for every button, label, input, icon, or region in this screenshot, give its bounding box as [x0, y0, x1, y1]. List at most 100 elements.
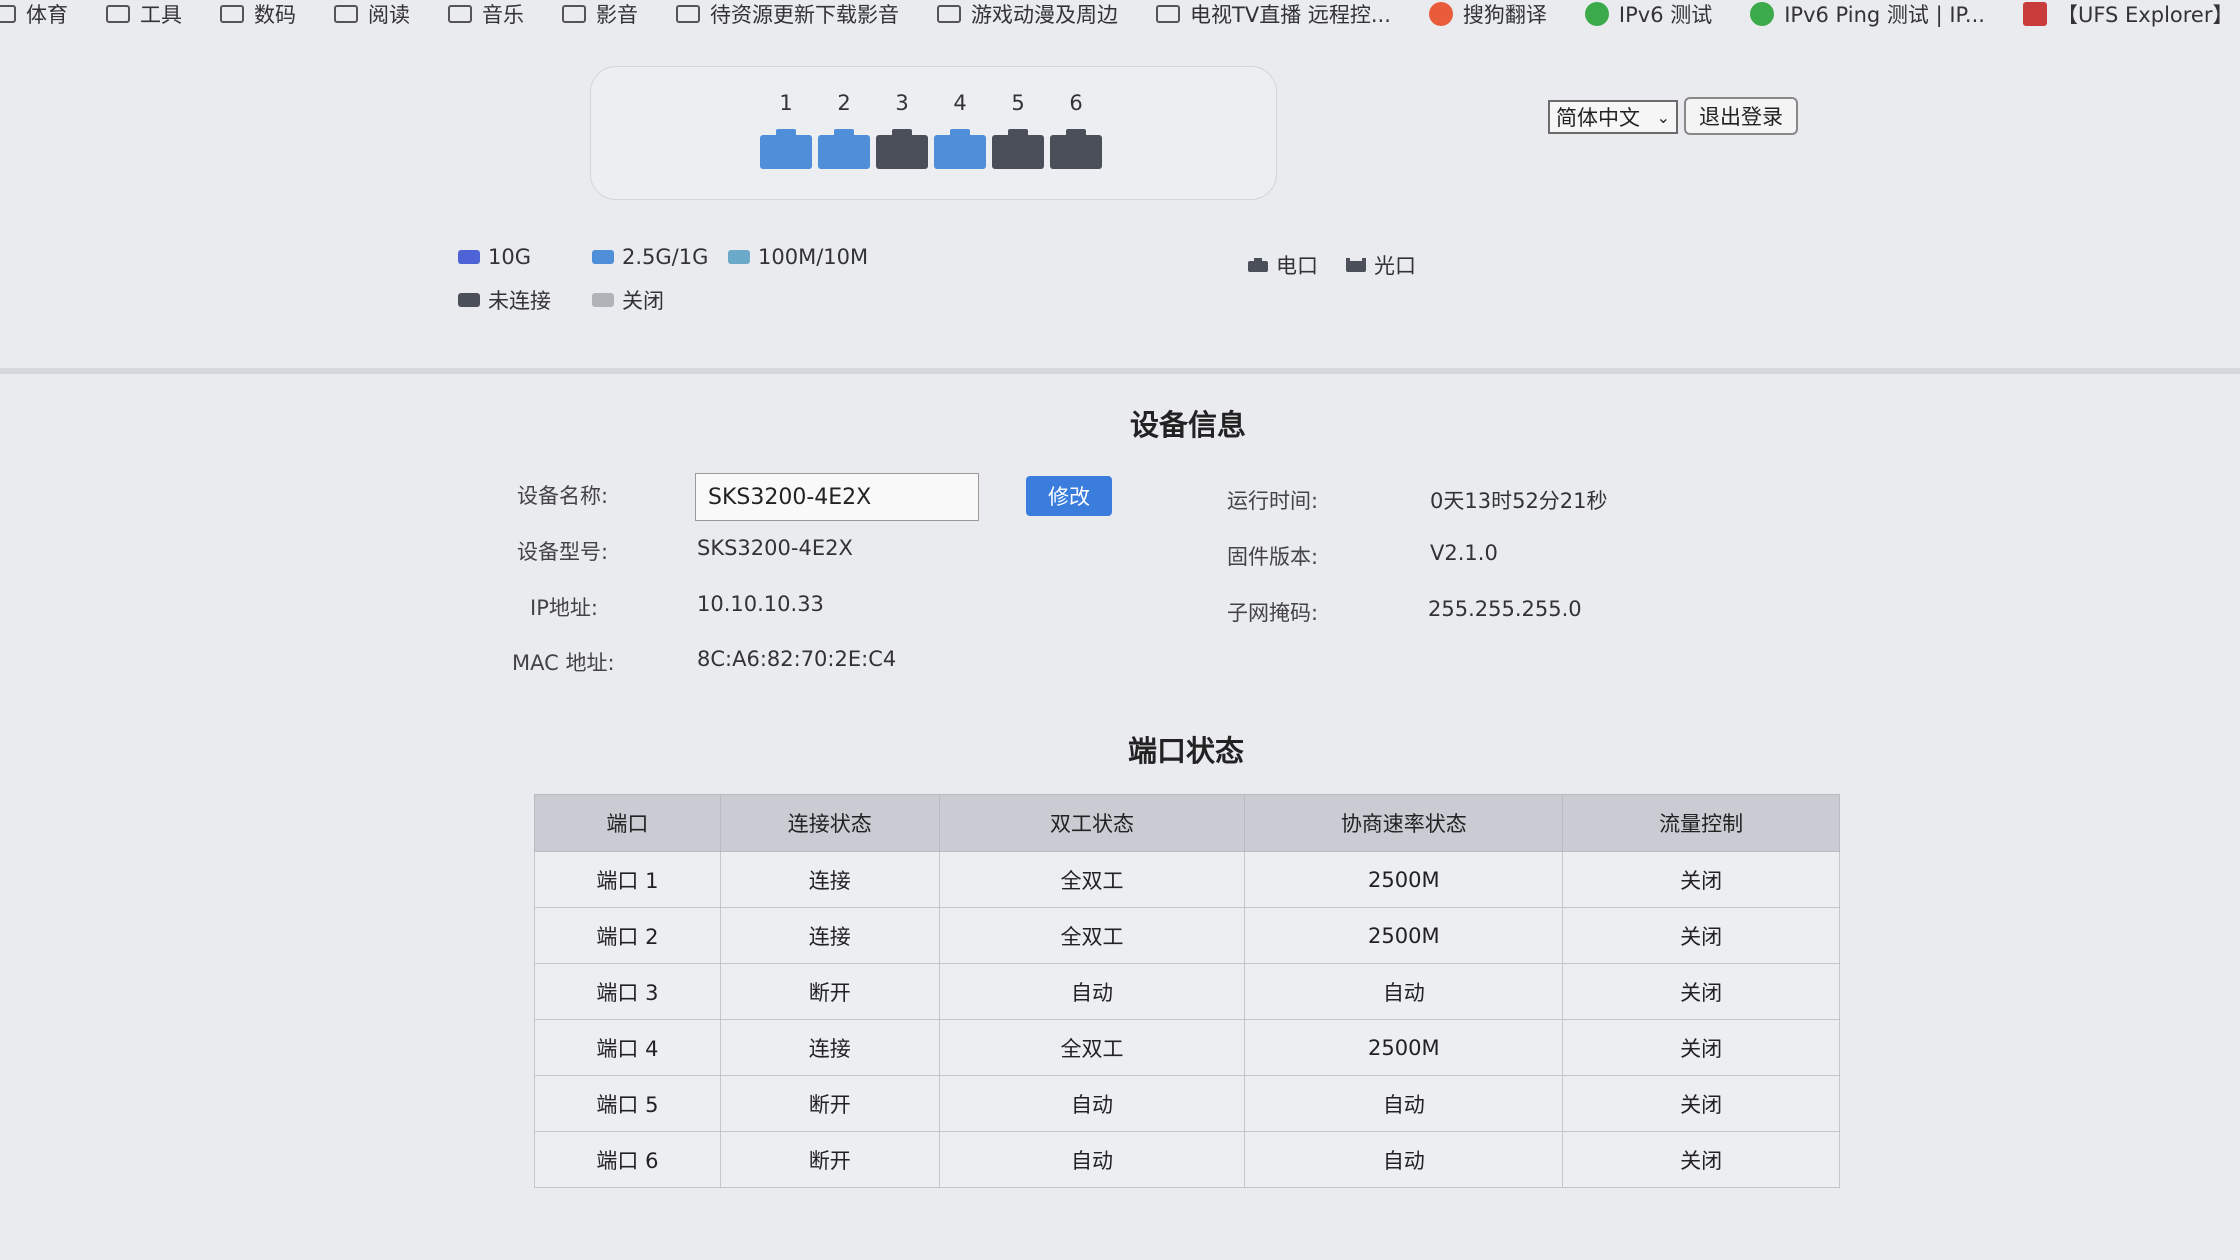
language-select[interactable]: 简体中文 ⌄: [1548, 100, 1678, 134]
port-number: 2: [837, 91, 851, 115]
port-panel: 1 2 3 4 5 6: [590, 66, 1277, 200]
port-3[interactable]: 3: [876, 91, 928, 169]
port-jack-icon: [1050, 129, 1102, 169]
table-cell: 断开: [719, 1075, 940, 1132]
folder-icon: [448, 5, 472, 23]
table-cell: 2500M: [1244, 851, 1564, 908]
bookmark-item[interactable]: 体育: [0, 0, 68, 28]
port-number: 1: [779, 91, 793, 115]
table-cell: 端口 1: [534, 851, 721, 908]
table-body: 端口 1 连接 全双工 2500M 关闭 端口 2 连接 全双工 2500M 关闭 端口 3 断开 自动…: [534, 851, 1840, 1188]
folder-icon: [1156, 5, 1180, 23]
port-jack-icon: [934, 129, 986, 169]
table-cell: 端口 3: [534, 963, 721, 1020]
device-name-input[interactable]: [695, 473, 979, 521]
bookmark-item[interactable]: 搜狗翻译: [1428, 0, 1547, 28]
legend-label: 光口: [1374, 254, 1416, 278]
column-header: 协商速率状态: [1244, 794, 1564, 852]
table-cell: 关闭: [1562, 1075, 1840, 1132]
table-cell: 断开: [719, 963, 940, 1020]
legend-swatch: [458, 250, 480, 264]
table-header-row: 端口 连接状态 双工状态 协商速率状态 流量控制: [534, 794, 1840, 852]
table-cell: 连接: [719, 851, 940, 908]
bookmark-item[interactable]: IPv6 测试: [1584, 0, 1713, 28]
mac-address-label: MAC 地址:: [512, 651, 615, 675]
modify-button[interactable]: 修改: [1026, 476, 1112, 516]
legend-10g: 10G: [458, 245, 531, 269]
bookmark-label: 搜狗翻译: [1462, 3, 1547, 27]
ping-icon: [1750, 2, 1775, 26]
uptime-label: 运行时间:: [1227, 489, 1319, 513]
table-row: 端口 4 连接 全双工 2500M 关闭: [534, 1019, 1840, 1076]
legend-2.5g-1g: 2.5G/1G: [592, 245, 708, 269]
electrical-port-icon: [1248, 258, 1268, 272]
sogou-icon: [1428, 2, 1453, 26]
bookmark-item[interactable]: 音乐: [448, 0, 524, 28]
port-jack-icon: [876, 129, 928, 169]
bookmark-item[interactable]: 电视TV直播 远程控...: [1156, 0, 1391, 28]
folder-icon: [106, 5, 130, 23]
device-model-value: SKS3200-4E2X: [697, 536, 853, 560]
folder-icon: [676, 5, 700, 23]
ip-address-label: IP地址:: [530, 596, 598, 620]
port-2[interactable]: 2: [818, 91, 870, 169]
legend-100m-10m: 100M/10M: [728, 245, 868, 269]
legend-label: 2.5G/1G: [622, 245, 709, 269]
bookmark-item[interactable]: 【UFS Explorer】, ...: [2022, 0, 2232, 28]
bookmark-item[interactable]: 游戏动漫及周边: [937, 0, 1118, 28]
bookmark-item[interactable]: 数码: [220, 0, 296, 28]
section-divider: [0, 368, 2240, 374]
firmware-value: V2.1.0: [1430, 541, 1498, 565]
port-status-title: 端口状态: [1128, 734, 1245, 768]
bookmark-item[interactable]: 工具: [106, 0, 182, 28]
table-cell: 自动: [938, 1131, 1246, 1188]
bookmark-item[interactable]: 影音: [562, 0, 638, 28]
table-cell: 自动: [1244, 1075, 1564, 1132]
subnet-mask-value: 255.255.255.0: [1428, 597, 1582, 621]
legend-label: 10G: [488, 245, 531, 269]
legend-label: 未连接: [488, 289, 551, 313]
bookmark-label: 待资源更新下载影音: [710, 3, 899, 27]
port-jack-icon: [992, 129, 1044, 169]
language-select-value: 简体中文: [1556, 106, 1640, 130]
table-cell: 连接: [719, 1019, 940, 1076]
bookmark-label: 游戏动漫及周边: [971, 3, 1118, 27]
table-cell: 全双工: [938, 1019, 1246, 1076]
bookmark-label: 电视TV直播 远程控...: [1190, 3, 1391, 27]
device-info-title: 设备信息: [1130, 408, 1247, 442]
bookmark-label: 音乐: [482, 3, 524, 27]
bookmark-label: IPv6 测试: [1618, 3, 1713, 27]
table-row: 端口 1 连接 全双工 2500M 关闭: [534, 851, 1840, 908]
bookmark-item[interactable]: 待资源更新下载影音: [676, 0, 899, 28]
column-header: 流量控制: [1562, 794, 1840, 852]
firmware-label: 固件版本:: [1227, 545, 1319, 569]
bookmark-item[interactable]: 阅读: [334, 0, 410, 28]
table-cell: 自动: [938, 963, 1246, 1020]
logout-button[interactable]: 退出登录: [1684, 97, 1798, 135]
table-cell: 自动: [1244, 963, 1564, 1020]
bookmark-label: 数码: [254, 3, 296, 27]
folder-icon: [937, 5, 961, 23]
table-cell: 全双工: [938, 907, 1246, 964]
bookmark-label: 阅读: [368, 3, 410, 27]
chevron-down-icon: ⌄: [1656, 107, 1670, 127]
legend-swatch: [458, 293, 480, 307]
bookmark-item[interactable]: IPv6 Ping 测试 | IP...: [1750, 0, 1985, 28]
port-1[interactable]: 1: [760, 91, 812, 169]
port-5[interactable]: 5: [992, 91, 1044, 169]
legend-label: 电口: [1276, 254, 1318, 278]
bookmarks-bar: 体育 工具 数码 阅读 音乐 影音 待资源更新下载影音 游戏动漫及周边 电视TV直播 远程控..…: [0, 0, 2232, 28]
port-jack-icon: [818, 129, 870, 169]
device-model-label: 设备型号:: [517, 540, 609, 564]
column-header: 连接状态: [719, 794, 940, 852]
table-cell: 全双工: [938, 851, 1246, 908]
port-4[interactable]: 4: [934, 91, 986, 169]
table-row: 端口 6 断开 自动 自动 关闭: [534, 1131, 1840, 1188]
port-6[interactable]: 6: [1050, 91, 1102, 169]
table-cell: 断开: [719, 1131, 940, 1188]
table-cell: 端口 6: [534, 1131, 721, 1188]
bookmark-label: 影音: [596, 3, 638, 27]
port-status-table: 端口 连接状态 双工状态 协商速率状态 流量控制 端口 1 连接 全双工 2500M 关闭 端口 …: [534, 794, 1840, 1188]
legend-swatch: [592, 250, 614, 264]
table-cell: 关闭: [1562, 1131, 1840, 1188]
